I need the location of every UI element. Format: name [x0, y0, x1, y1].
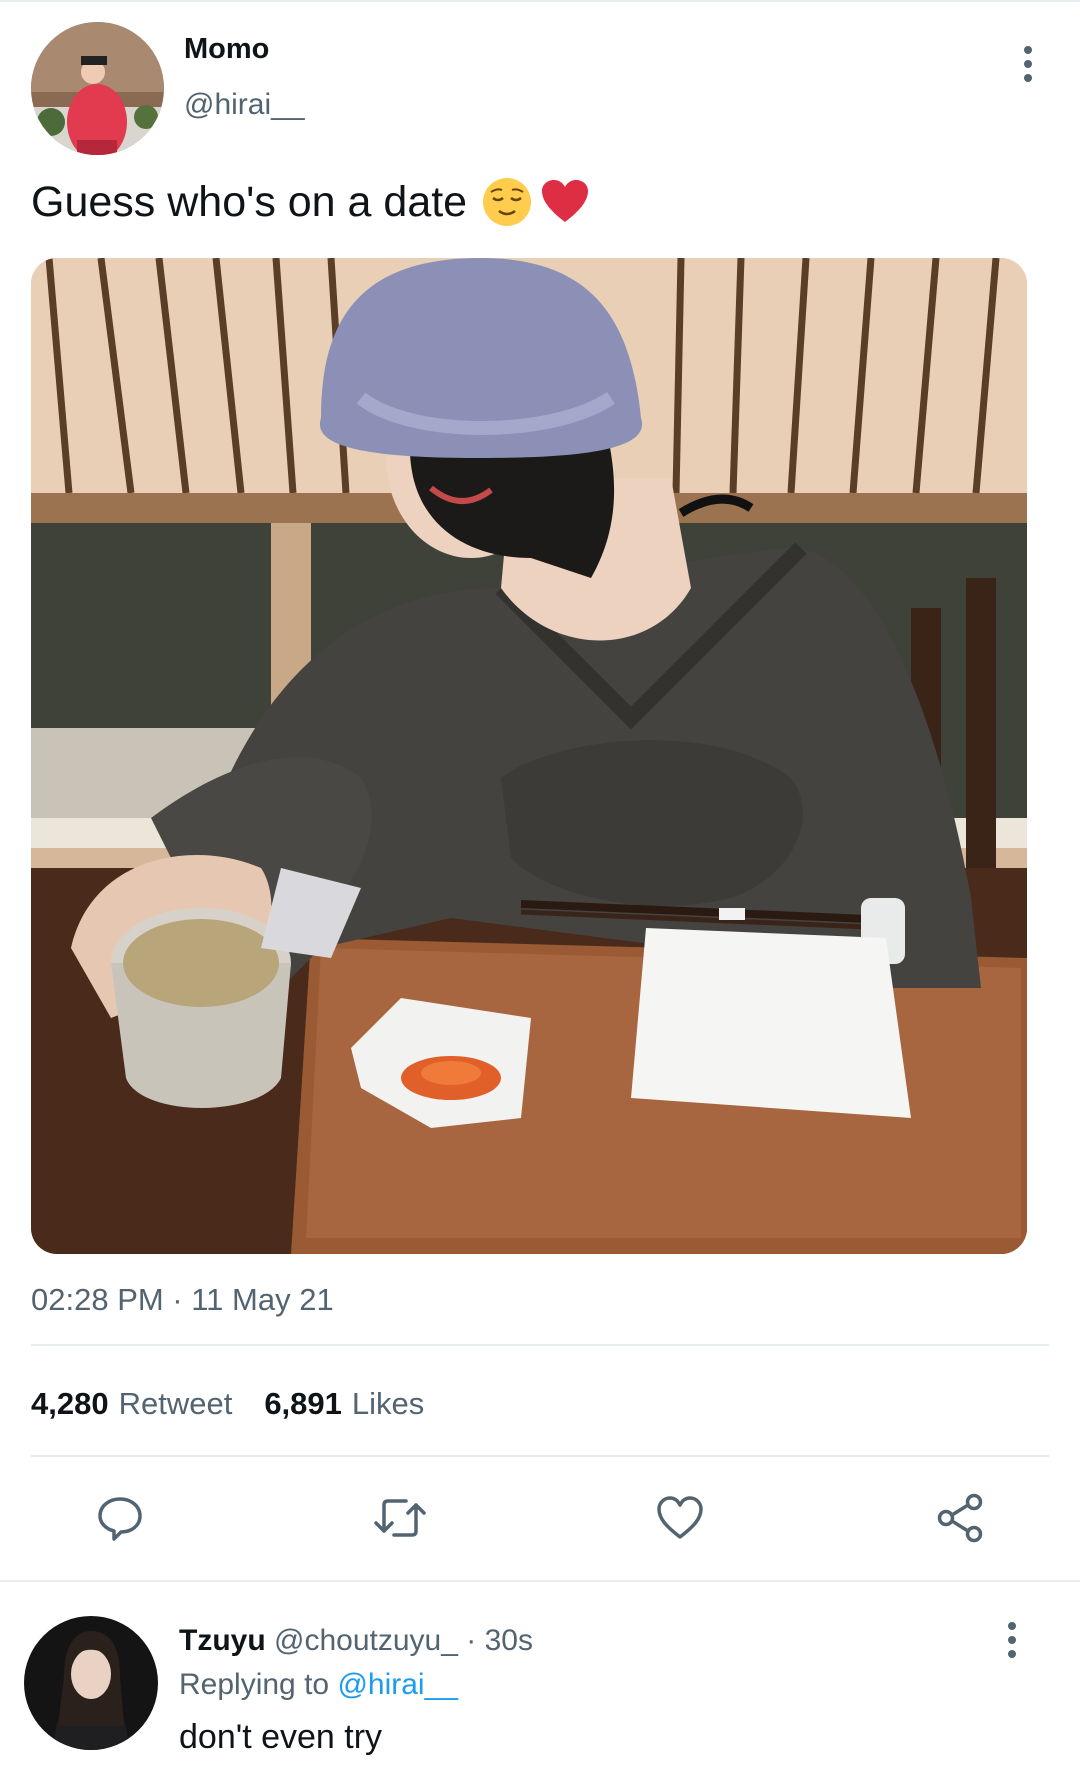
- retweet-button[interactable]: [372, 1490, 428, 1546]
- red-heart-icon: [542, 180, 589, 222]
- section-divider: [0, 1580, 1080, 1582]
- replying-to-link[interactable]: @hirai__: [337, 1668, 458, 1701]
- divider: [31, 1455, 1049, 1457]
- share-icon: [937, 1493, 983, 1543]
- tweet-timestamp[interactable]: 02:28 PM · 11 May 21: [31, 1282, 334, 1318]
- like-count[interactable]: 6,891: [264, 1386, 342, 1422]
- more-vertical-icon[interactable]: [1008, 44, 1048, 84]
- reply-header: Tzuyu @choutzuyu_ · 30s: [179, 1624, 533, 1658]
- top-border: [0, 0, 1080, 2]
- relieved-face-icon: [483, 178, 532, 226]
- more-vertical-icon[interactable]: [992, 1620, 1032, 1660]
- reply-icon: [98, 1497, 142, 1541]
- reply-button[interactable]: [92, 1490, 148, 1546]
- like-button[interactable]: [652, 1490, 708, 1546]
- divider: [31, 1344, 1049, 1346]
- tweet-text-row: Guess who's on a date: [31, 176, 591, 228]
- like-icon: [657, 1496, 703, 1539]
- tweet-text: Guess who's on a date: [31, 177, 468, 226]
- retweet-count[interactable]: 4,280: [31, 1386, 109, 1422]
- tweet-photo[interactable]: [31, 258, 1027, 1254]
- reply-time[interactable]: 30s: [485, 1624, 533, 1657]
- reply-text: don't even try: [179, 1718, 383, 1756]
- reply-author-avatar[interactable]: [24, 1616, 158, 1750]
- like-label[interactable]: Likes: [352, 1386, 424, 1422]
- share-button[interactable]: [932, 1490, 988, 1546]
- reply-separator: ·: [466, 1624, 477, 1657]
- author-handle[interactable]: @hirai__: [184, 88, 305, 122]
- reply-display-name[interactable]: Tzuyu: [179, 1624, 266, 1657]
- retweet-icon: [374, 1499, 426, 1537]
- author-display-name[interactable]: Momo: [184, 33, 269, 66]
- replying-to-line: Replying to @hirai__: [179, 1668, 458, 1702]
- retweet-label[interactable]: Retweet: [119, 1386, 233, 1422]
- author-avatar[interactable]: [31, 22, 164, 155]
- tweet-stats: 4,280 Retweet 6,891 Likes: [31, 1386, 424, 1422]
- reply-handle[interactable]: @choutzuyu_: [274, 1624, 458, 1657]
- replying-to-prefix: Replying to: [179, 1668, 330, 1701]
